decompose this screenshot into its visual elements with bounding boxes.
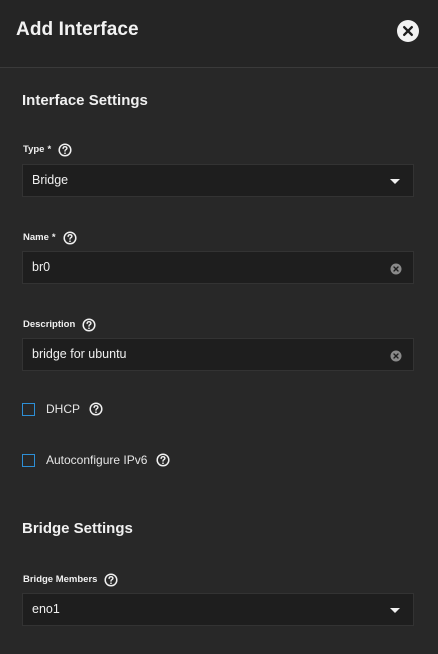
description-input-value: bridge for ubuntu <box>32 347 127 361</box>
dialog-header: Add Interface <box>0 0 438 68</box>
description-input[interactable]: bridge for ubuntu <box>22 338 414 371</box>
bridge-members-label: Bridge Members <box>23 573 118 587</box>
name-required-mark: * <box>51 232 56 243</box>
chevron-down-icon <box>390 608 400 613</box>
interface-settings-heading: Interface Settings <box>22 92 148 109</box>
dhcp-label[interactable]: DHCP <box>46 402 80 416</box>
help-icon[interactable] <box>58 143 72 157</box>
autoconfigure-ipv6-label[interactable]: Autoconfigure IPv6 <box>46 453 147 467</box>
help-icon[interactable] <box>89 402 103 416</box>
description-label: Description <box>23 318 96 332</box>
type-required-mark: * <box>47 144 52 155</box>
clear-icon[interactable] <box>390 262 402 275</box>
help-icon[interactable] <box>156 453 170 467</box>
chevron-down-icon <box>390 179 400 184</box>
type-label-text: Type <box>23 144 45 155</box>
type-select[interactable]: Bridge <box>22 164 414 197</box>
name-label-text: Name <box>23 232 49 243</box>
close-button[interactable] <box>397 20 419 42</box>
close-icon <box>403 26 413 36</box>
description-label-text: Description <box>23 319 76 330</box>
bridge-members-select-value: eno1 <box>32 602 60 616</box>
dialog-title: Add Interface <box>16 19 139 40</box>
add-interface-panel: Add Interface Interface Settings Type * … <box>0 0 438 654</box>
autoconfigure-ipv6-checkbox[interactable] <box>22 453 35 467</box>
help-icon[interactable] <box>82 318 96 332</box>
bridge-members-label-text: Bridge Members <box>23 574 98 585</box>
dhcp-checkbox[interactable] <box>22 402 35 416</box>
autoconfigure-ipv6-row: Autoconfigure IPv6 <box>22 452 170 468</box>
name-input[interactable]: br0 <box>22 251 414 284</box>
name-label: Name * <box>23 231 77 245</box>
name-input-value: br0 <box>32 260 51 274</box>
type-select-value: Bridge <box>32 173 69 187</box>
bridge-members-select[interactable]: eno1 <box>22 593 414 626</box>
help-icon[interactable] <box>63 231 77 245</box>
type-label: Type * <box>23 143 72 157</box>
clear-icon[interactable] <box>390 349 402 362</box>
bridge-settings-heading: Bridge Settings <box>22 520 133 537</box>
help-icon[interactable] <box>104 573 118 587</box>
dhcp-row: DHCP <box>22 401 103 417</box>
